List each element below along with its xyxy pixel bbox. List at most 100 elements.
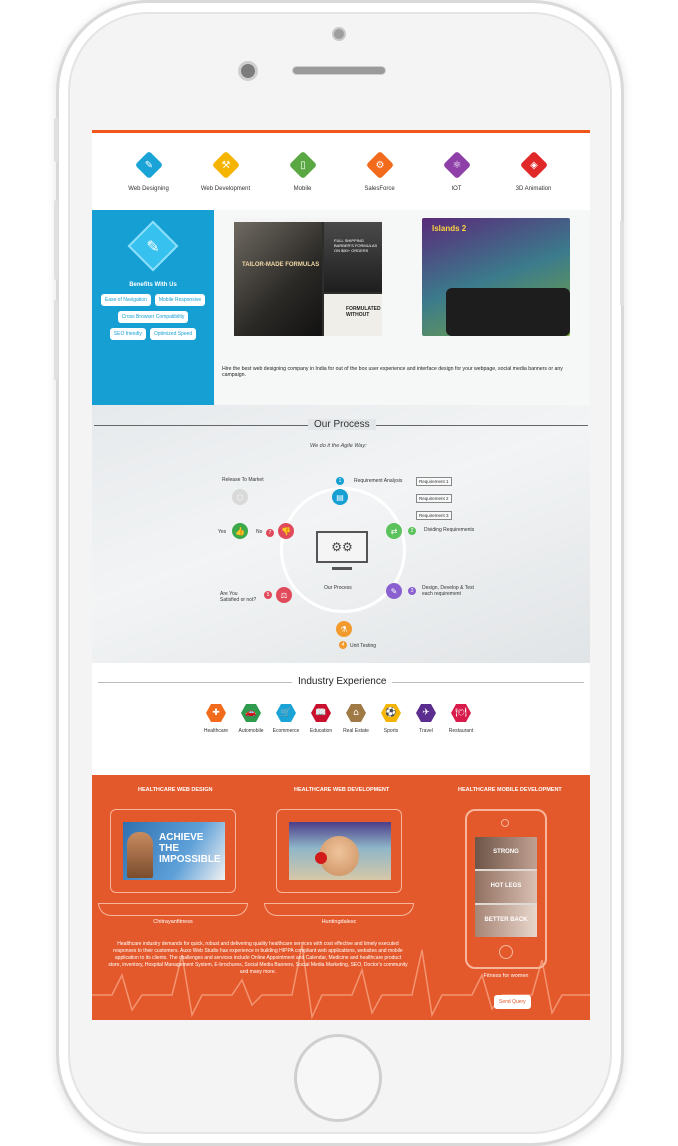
power-button	[620, 220, 624, 306]
iot-icon: ⚛	[442, 150, 471, 180]
benefit-tag: Ease of Navigation	[100, 294, 151, 306]
monitor-stand	[332, 567, 352, 570]
benefit-tag: Mobile Responsive	[154, 294, 206, 306]
service-item[interactable]: ⚛ IOT	[422, 150, 492, 210]
testing-icon: ⚗	[336, 621, 352, 637]
case-study-caption-3: Fitness for women	[483, 973, 529, 979]
book-icon: 📖	[311, 704, 331, 722]
design-tools-icon: ✎	[134, 150, 163, 180]
mockup-camera	[501, 819, 509, 827]
industry-item[interactable]: 🍽 Restaurant	[449, 703, 473, 734]
industry-label: Restaurant	[448, 728, 474, 734]
portfolio-screenshot-barber[interactable]: TAILOR-MADE FORMULAS FULL SHIPPING BARBE…	[234, 218, 382, 336]
service-label: IOT	[451, 186, 462, 192]
requirement-box: Requirement 2	[416, 494, 452, 503]
car-icon: 🚗	[241, 704, 261, 722]
service-label: Mobile	[293, 186, 312, 192]
case-study-caption-1: Chitrayanfitness	[153, 919, 193, 925]
design-label: Design, Develop & Test each requirement	[422, 585, 474, 597]
col-title-web-design: HEALTHCARE WEB DESIGN	[138, 787, 213, 793]
industry-section: Industry Experience ✚ Healthcare 🚗 Automobi…	[92, 663, 590, 775]
portfolio-screenshot-game[interactable]: Islands 2	[422, 218, 570, 336]
portfolio-showcase: TAILOR-MADE FORMULAS FULL SHIPPING BARBE…	[214, 210, 590, 405]
healthcare-description: Healthcare industry demands for quick, r…	[108, 941, 408, 975]
case-study-screen-fitness[interactable]: STRONG HOT LEGS BETTER BACK	[475, 837, 537, 937]
col-title-mobile-development: HEALTHCARE MOBILE DEVELOPMENT	[458, 787, 562, 793]
case-study-caption-2: Huntingdalesc	[321, 919, 357, 925]
gear-icon: ⚙	[365, 150, 394, 180]
dividing-label: Dividing Requirements	[424, 527, 475, 533]
athlete-image	[127, 832, 153, 878]
laptop-base	[98, 903, 248, 916]
benefits-panel: ✎ Benefits With Us Ease of Navigation Mo…	[92, 210, 214, 405]
screen-headline: ACHIEVE THE IMPOSSIBLE	[159, 832, 221, 865]
thumbs-down-icon: 👎	[278, 523, 294, 539]
monitor-gear-icon: ⚙⚙	[316, 531, 368, 563]
service-label: 3D Animation	[515, 186, 552, 192]
volume-down-button	[54, 300, 58, 380]
service-label: Web Designing	[128, 186, 169, 192]
benefit-tags: Ease of Navigation Mobile Responsive Cro…	[92, 294, 214, 340]
industry-item[interactable]: 🚗 Automobile	[238, 703, 264, 734]
document-icon: ▤	[332, 489, 348, 505]
shot-side-text: FULL SHIPPING BARBER'S FORMULAS ON $50+ …	[334, 238, 378, 253]
industry-item[interactable]: ✈ Travel	[414, 703, 438, 734]
split-icon: ⇄	[386, 523, 402, 539]
industry-label: Ecommerce	[272, 728, 300, 734]
services-row: ✎ Web Designing ⚒ Web Development ▯ Mobile ⚙ Sa…	[92, 133, 590, 210]
mute-switch	[54, 118, 58, 162]
service-item[interactable]: ◈ 3D Animation	[499, 150, 569, 210]
healthcare-section: HEALTHCARE WEB DESIGN HEALTHCARE WEB DEV…	[92, 775, 590, 1020]
dining-icon: 🍽	[451, 704, 471, 722]
shot-product-text: FORMULATED WITHOUT	[346, 306, 381, 318]
home-button[interactable]	[294, 1034, 382, 1122]
process-title: Our Process	[308, 419, 376, 430]
process-subtitle: We do it the Agile Way:	[310, 443, 367, 449]
cube-icon: ◈	[519, 150, 548, 180]
service-item[interactable]: ⚙ SalesForce	[345, 150, 415, 210]
step-marker: 3	[408, 587, 416, 595]
stethoscope-icon: ✚	[206, 704, 226, 722]
shot-headline: TAILOR-MADE FORMULAS	[242, 262, 320, 268]
step-marker: 7	[266, 529, 274, 537]
industry-label: Real Estate	[343, 728, 369, 734]
design-icon: ✎	[386, 583, 402, 599]
release-label: Release To Market	[222, 477, 264, 483]
dev-tools-icon: ⚒	[211, 150, 240, 180]
house-icon: ⌂	[346, 704, 366, 722]
phone-panel-label: STRONG	[493, 849, 519, 855]
service-item[interactable]: ⚒ Web Development	[191, 150, 261, 210]
package-icon: ⬡	[232, 489, 248, 505]
game-logo: Islands 2	[432, 224, 467, 233]
mockup-home-button	[499, 945, 513, 959]
mobile-icon: ▯	[288, 150, 317, 180]
service-item[interactable]: ✎ Web Designing	[114, 150, 184, 210]
industry-title: Industry Experience	[292, 676, 393, 687]
benefit-tag: Optimized Speed	[149, 328, 197, 340]
laptop-base	[264, 903, 414, 916]
requirement-box: Requirement 1	[416, 477, 452, 486]
case-study-screen-huntingdale[interactable]	[289, 822, 391, 880]
industry-item[interactable]: ✚ Healthcare	[204, 703, 228, 734]
benefits-title: Benefits With Us	[129, 282, 177, 288]
industry-item[interactable]: 🛒 Ecommerce	[273, 703, 299, 734]
sports-icon: ⚽	[381, 704, 401, 722]
benefit-tag: Cross Browser Compatibility	[117, 311, 189, 323]
service-item[interactable]: ▯ Mobile	[268, 150, 338, 210]
industry-label: Healthcare	[203, 728, 229, 734]
no-label: No	[256, 529, 263, 535]
requirement-box: Requirement 3	[416, 511, 452, 520]
benefits-row: ✎ Benefits With Us Ease of Navigation Mo…	[92, 210, 590, 405]
case-study-screen-chitrayan[interactable]: ACHIEVE THE IMPOSSIBLE	[123, 822, 225, 880]
laptop-mockup-1: ACHIEVE THE IMPOSSIBLE	[110, 809, 236, 893]
industry-label: Travel	[419, 728, 433, 734]
industry-item[interactable]: 📖 Education	[309, 703, 333, 734]
design-tools-icon: ✎	[127, 220, 179, 272]
scale-icon: ⚖	[276, 587, 292, 603]
apple-image	[315, 852, 327, 864]
process-center-label: Our Process	[324, 585, 352, 591]
send-query-button[interactable]: Send Query	[494, 995, 531, 1009]
industry-item[interactable]: ⚽ Sports	[379, 703, 403, 734]
satisfied-label: Are You Satisfied or not?	[220, 591, 257, 603]
industry-item[interactable]: ⌂ Real Estate	[343, 703, 369, 734]
